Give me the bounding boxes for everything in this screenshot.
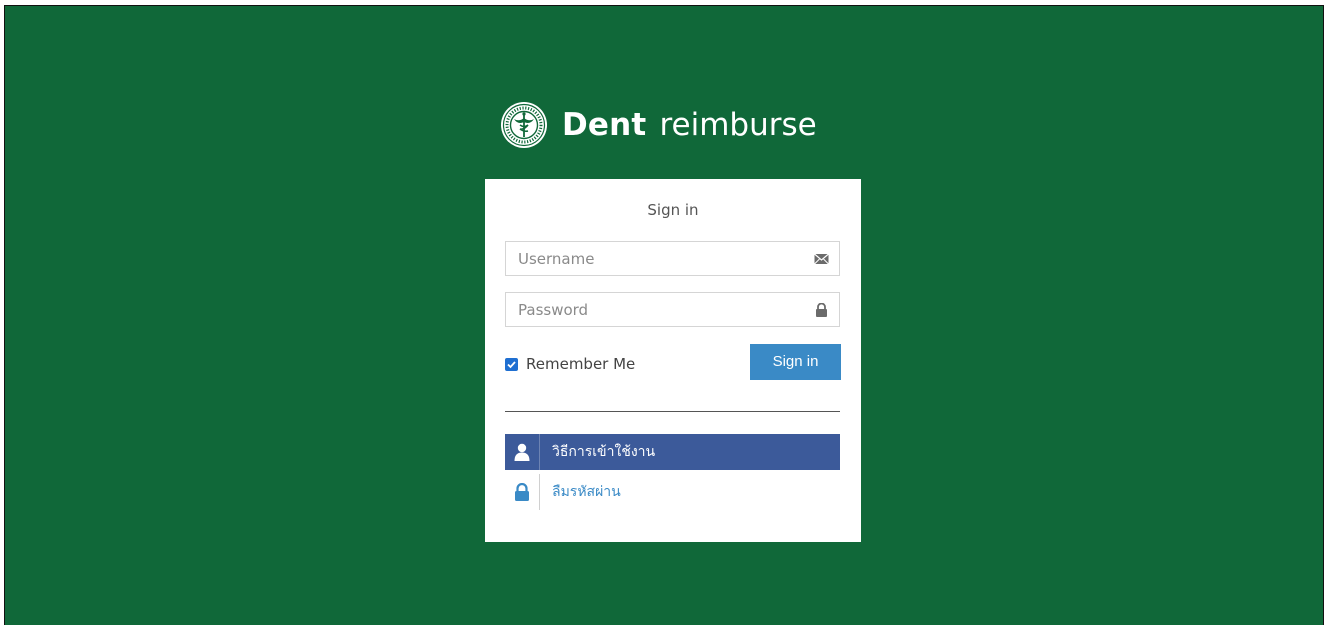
password-input[interactable] bbox=[506, 293, 808, 326]
howto-link[interactable]: วิธีการเข้าใช้งาน bbox=[505, 434, 840, 470]
brand-name-bold: Dent bbox=[562, 107, 647, 143]
envelope-icon bbox=[814, 253, 829, 265]
brand-header: Dent reimburse bbox=[500, 99, 817, 151]
lock-icon bbox=[816, 303, 827, 317]
sign-in-button[interactable]: Sign in bbox=[750, 344, 841, 380]
remember-me[interactable]: Remember Me bbox=[505, 355, 635, 373]
password-field bbox=[505, 292, 840, 327]
ministry-seal-icon bbox=[501, 102, 547, 148]
login-card: Sign in Remember Me Sign in bbox=[485, 179, 861, 542]
forgot-password-label: ลืมรหัสผ่าน bbox=[552, 484, 621, 500]
login-title: Sign in bbox=[647, 201, 699, 219]
divider bbox=[505, 411, 840, 412]
checkmark-icon bbox=[507, 360, 516, 368]
remember-label: Remember Me bbox=[526, 355, 636, 373]
user-icon bbox=[505, 434, 540, 470]
forgot-password-link[interactable]: ลืมรหัสผ่าน bbox=[505, 474, 840, 510]
username-field bbox=[505, 241, 840, 276]
brand-name-light: reimburse bbox=[659, 107, 817, 143]
lock-icon bbox=[505, 474, 540, 510]
remember-checkbox[interactable] bbox=[505, 357, 518, 371]
username-input[interactable] bbox=[506, 242, 808, 275]
howto-label: วิธีการเข้าใช้งาน bbox=[552, 444, 656, 460]
